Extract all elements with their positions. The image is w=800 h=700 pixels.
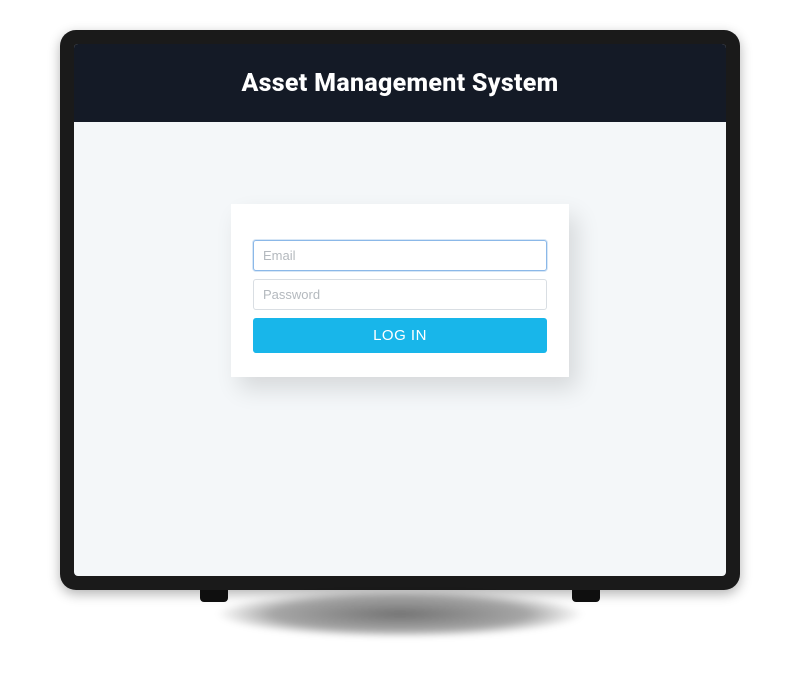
device-screen: Asset Management System LOG IN <box>74 44 726 576</box>
device-stand-shadow <box>145 592 655 647</box>
login-button[interactable]: LOG IN <box>253 318 547 353</box>
email-field[interactable] <box>253 240 547 271</box>
content-area: LOG IN <box>74 122 726 576</box>
device-frame: Asset Management System LOG IN <box>60 30 740 590</box>
header-bar: Asset Management System <box>74 44 726 122</box>
page-title: Asset Management System <box>241 69 558 98</box>
login-card: LOG IN <box>231 204 569 377</box>
password-field[interactable] <box>253 279 547 310</box>
